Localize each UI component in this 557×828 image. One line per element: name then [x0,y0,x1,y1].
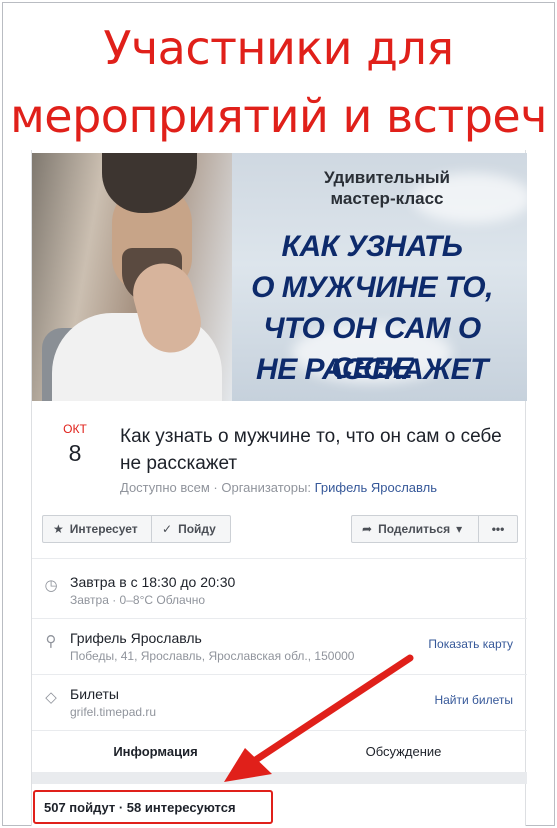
event-visibility: Доступно всем [120,480,210,495]
tab-info[interactable]: Информация [32,735,279,775]
divider [32,618,527,619]
banner-subtitle-2: мастер-класс [330,189,444,208]
headline-line-2: мероприятий и встреч [10,89,547,143]
banner-title-2: О МУЖЧИНЕ ТО, [251,271,493,304]
event-card: Удивительный мастер-класс КАК УЗНАТЬ О М… [31,150,527,826]
man-figure [32,153,232,401]
interested-button[interactable]: ★ Интересует [42,515,152,543]
event-time-row: ◷ Завтра в с 18:30 до 20:30 Завтра · 0–8… [42,574,517,614]
check-icon: ✓ [162,522,173,536]
clock-icon: ◷ [44,577,58,594]
star-icon: ★ [53,522,64,536]
event-day: 8 [68,440,82,466]
banner-subtitle-1: Удивительный [324,168,450,187]
ticket-icon: ◇ [45,689,57,706]
banner-title-4: НЕ РАССКАЖЕТ [256,353,488,386]
event-month: ОКТ [63,422,87,436]
event-date: ОКТ 8 [50,422,100,467]
going-label: Пойду [178,522,216,536]
going-button[interactable]: ✓ Пойду [151,515,231,543]
divider [32,558,527,559]
headline-line-1: Участники для [103,21,454,75]
organizer-link[interactable]: Грифель Ярославль [315,480,437,495]
tab-separator [32,772,527,784]
show-map-link[interactable]: Показать карту [428,637,513,651]
venue-name[interactable]: Грифель Ярославль [70,630,202,646]
attendees-highlight: 507 пойдут · 58 интересуются [33,790,273,824]
attendees-count[interactable]: 507 пойдут · 58 интересуются [44,800,236,815]
tab-discussion[interactable]: Обсуждение [280,735,527,775]
event-time: Завтра в с 18:30 до 20:30 [70,574,236,590]
venue-address: Победы, 41, Ярославль, Ярославская обл.,… [70,649,355,663]
map-pin-icon: ⚲ [45,633,57,650]
caret-down-icon: ▾ [456,522,463,536]
divider [32,730,527,731]
event-weather: Завтра · 0–8°C Облачно [70,593,205,607]
organizers-label: Организаторы: [221,480,311,495]
event-tabs: Информация Обсуждение [32,735,527,775]
tickets-site[interactable]: grifel.timepad.ru [70,705,156,719]
interested-label: Интересует [69,522,138,536]
event-title: Как узнать о мужчине то, что он сам о се… [120,426,502,474]
event-cover-image[interactable]: Удивительный мастер-класс КАК УЗНАТЬ О М… [32,153,527,401]
more-options-button[interactable]: ••• [478,515,518,543]
find-tickets-link[interactable]: Найти билеты [434,693,513,707]
tickets-label: Билеты [70,686,119,702]
banner-title-1: КАК УЗНАТЬ [281,230,463,263]
event-tickets-row: ◇ Билеты grifel.timepad.ru Найти билеты [42,686,517,726]
event-meta: Доступно всем · Организаторы: Грифель Яр… [120,480,437,495]
event-location-row: ⚲ Грифель Ярославль Победы, 41, Ярославл… [42,630,517,670]
share-label: Поделиться [378,522,451,536]
more-icon: ••• [491,522,505,536]
share-button[interactable]: ➦ Поделиться ▾ [351,515,479,543]
share-arrow-icon: ➦ [362,522,373,536]
divider [32,674,527,675]
